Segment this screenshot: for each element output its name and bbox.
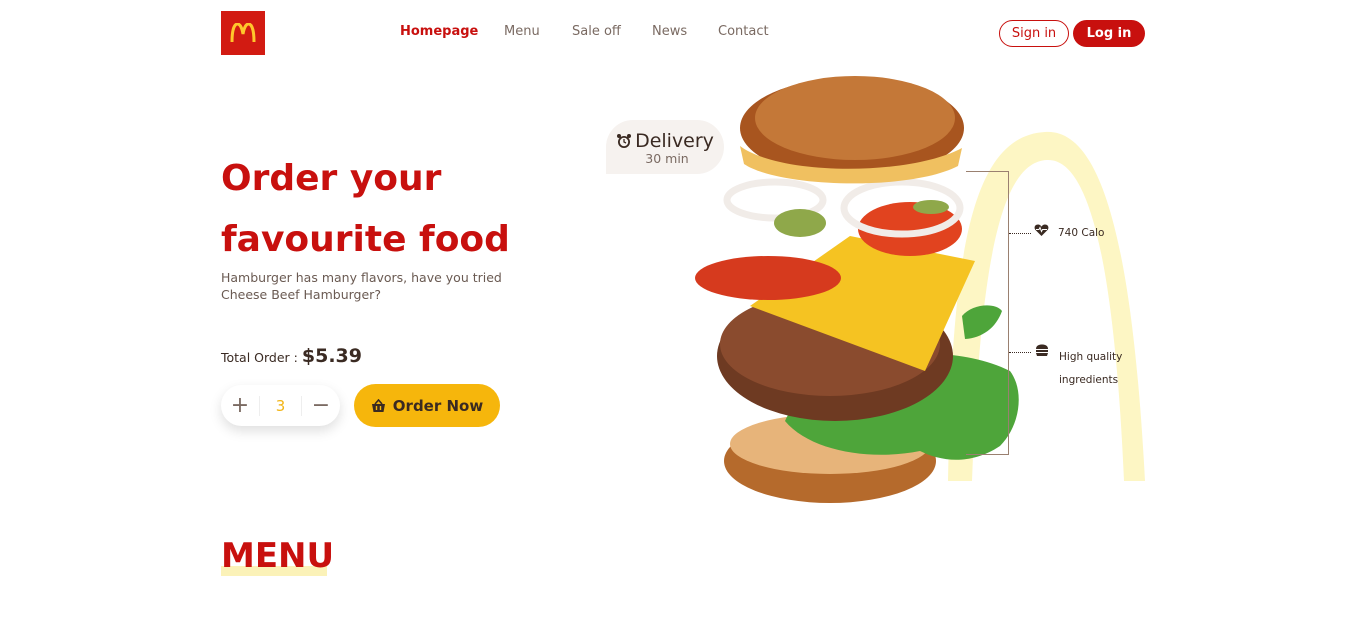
order-now-button[interactable]: Order Now (354, 384, 500, 427)
quantity-value: 3 (259, 395, 302, 416)
basket-icon (371, 398, 385, 412)
nav-contact[interactable]: Contact (718, 24, 769, 39)
feature-connector (1009, 352, 1031, 353)
hero-description: Hamburger has many flavors, have you tri… (221, 269, 521, 303)
hero-title-line2: favourite food (221, 219, 510, 260)
hero-title-line1: Order your (221, 158, 442, 199)
delivery-badge: Delivery 30 min (606, 120, 724, 174)
hero-description-line1: Hamburger has many flavors, have you tri… (221, 270, 502, 285)
sign-in-button[interactable]: Sign in (999, 20, 1069, 47)
calories-label: 740 Calo (1058, 227, 1105, 239)
decrease-button[interactable]: − (302, 385, 340, 426)
quality-label-line2: ingredients (1059, 374, 1119, 386)
heart-rate-icon (1034, 224, 1049, 236)
nav-sale-off[interactable]: Sale off (572, 24, 652, 39)
log-in-button[interactable]: Log in (1073, 20, 1145, 47)
golden-arches-icon (230, 23, 256, 43)
feature-bracket (966, 171, 1009, 455)
increase-button[interactable]: + (221, 385, 259, 426)
feature-connector (1009, 233, 1031, 234)
burger-icon (1036, 344, 1048, 356)
nav-news[interactable]: News (652, 24, 718, 39)
quantity-stepper: + 3 − (221, 385, 340, 426)
brand-logo[interactable] (221, 11, 265, 55)
main-nav: Homepage Menu Sale off News Contact (400, 24, 769, 39)
nav-menu[interactable]: Menu (504, 24, 572, 39)
total-order: Total Order : $5.39 (221, 345, 362, 367)
quality-label: High quality ingredients (1059, 346, 1139, 392)
alarm-clock-icon (617, 133, 632, 148)
menu-section-title: MENU (221, 536, 335, 576)
order-now-label: Order Now (392, 396, 484, 415)
hero-title: Order your favourite food (221, 148, 551, 270)
total-order-price: $5.39 (301, 345, 362, 367)
total-order-label: Total Order : (221, 350, 298, 365)
hero-description-line2: Cheese Beef Hamburger? (221, 287, 381, 302)
delivery-title: Delivery (635, 129, 714, 152)
quality-label-line1: High quality (1059, 351, 1123, 363)
delivery-time: 30 min (645, 150, 689, 166)
burger-illustration (695, 76, 1145, 503)
nav-homepage[interactable]: Homepage (400, 24, 504, 39)
